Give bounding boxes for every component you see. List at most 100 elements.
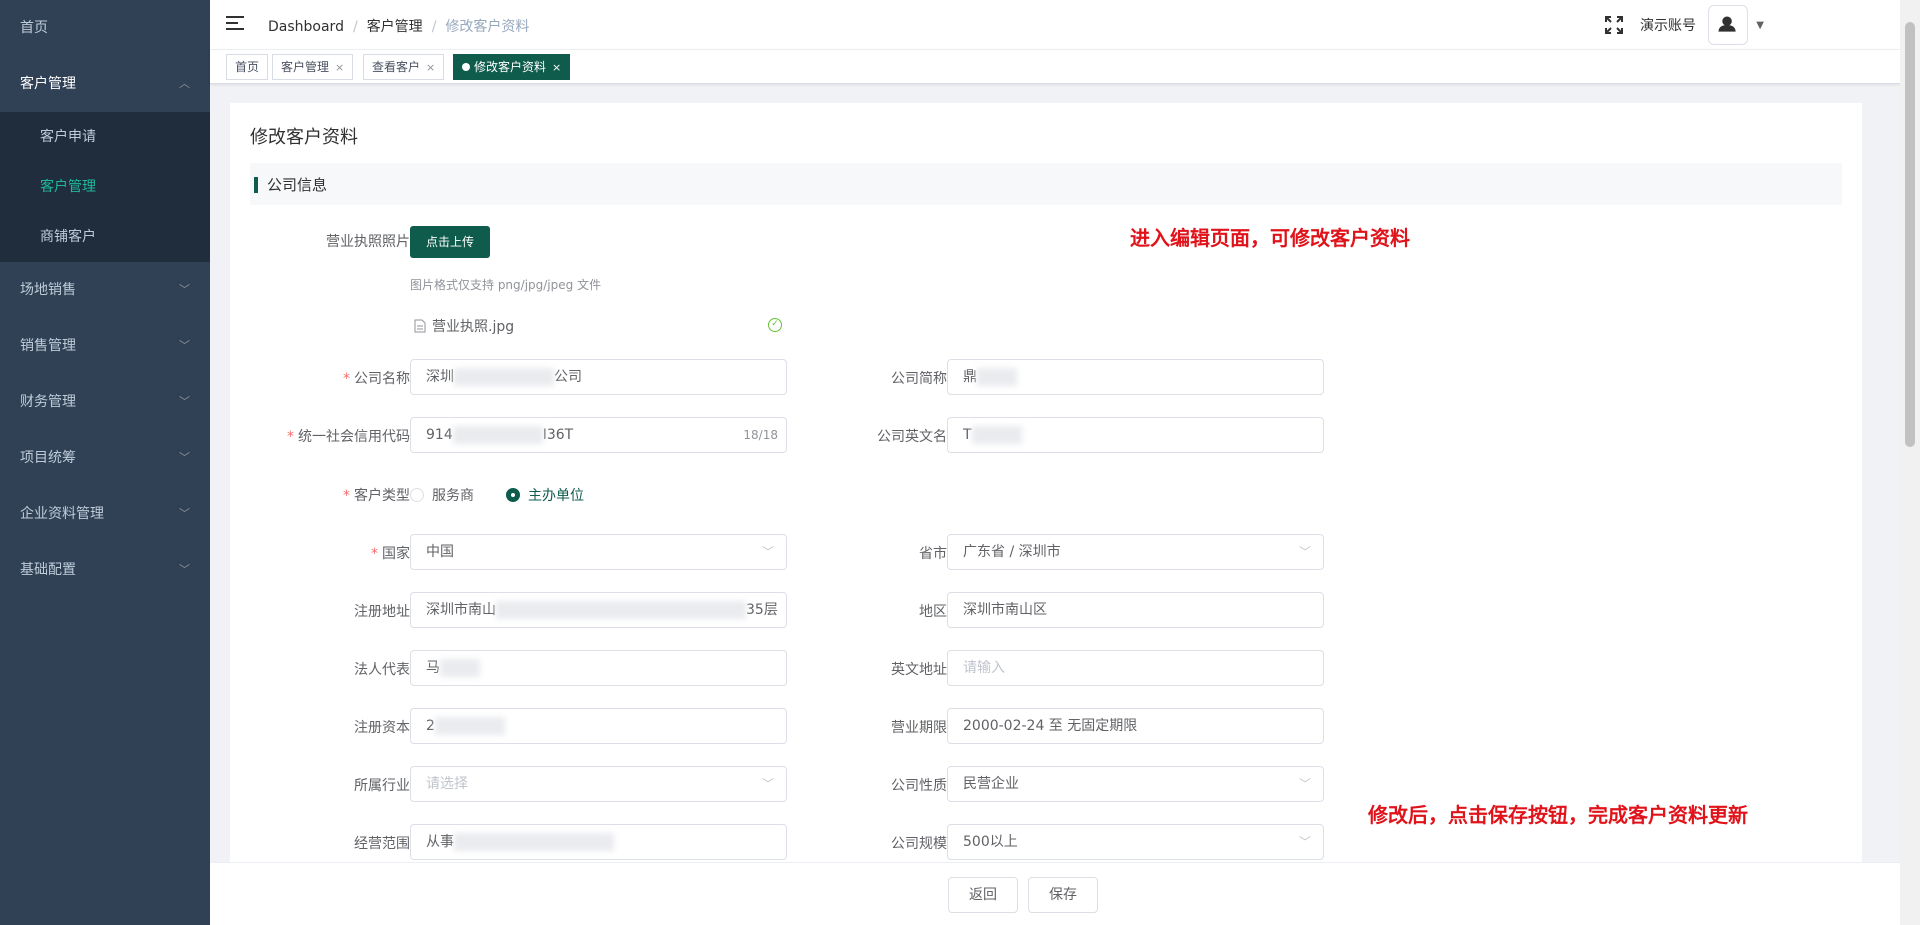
industry-label: 所属行业 [354,778,410,794]
country-label: * 国家 [371,546,410,562]
company-name-input[interactable]: 深圳 公司 [410,359,787,395]
navbar: Dashboard / 客户管理 / 修改客户资料 演示账号 ▼ [210,0,1900,50]
chevron-down-icon: ﹀ [761,545,774,559]
menu-customer-management-label: 客户管理 [20,76,76,92]
menu-home-label: 首页 [20,20,48,36]
reg-capital-input[interactable]: 2 [410,708,787,744]
district-input[interactable]: 深圳市南山区 [947,592,1324,628]
close-icon[interactable]: × [335,61,344,74]
country-select[interactable]: 中国 ﹀ [410,534,787,570]
chevron-down-icon: ﹀ [1298,835,1311,849]
scrollbar-thumb[interactable] [1905,22,1915,447]
english-name-input[interactable]: T [947,417,1324,453]
industry-select[interactable]: 请选择 ﹀ [410,766,787,802]
company-nature-select[interactable]: 民营企业 ﹀ [947,766,1324,802]
menu-enterprise-data[interactable]: 企业资料管理 ﹀ [0,486,210,542]
hamburger-icon[interactable] [226,16,244,32]
legal-rep-label: 法人代表 [354,662,410,678]
menu-sales-management[interactable]: 销售管理 ﹀ [0,318,210,374]
chevron-down-icon: ﹀ [1298,545,1311,559]
footer-action-bar: 返回 保存 [210,862,1900,925]
close-icon[interactable]: × [426,61,435,74]
chevron-down-icon: ﹀ [179,339,190,352]
upload-tip: 图片格式仅支持 png/jpg/jpeg 文件 [410,278,602,292]
breadcrumb-dashboard[interactable]: Dashboard [268,19,344,35]
chevron-down-icon: ﹀ [179,395,190,408]
tag-home-label: 首页 [235,60,260,74]
legal-rep-input[interactable]: 马 [410,650,787,686]
menu-finance-management-label: 财务管理 [20,394,76,410]
annotation-edit-page: 进入编辑页面，可修改客户资料 [1130,226,1410,250]
business-term-input[interactable]: 2000-02-24 至 无固定期限 [947,708,1324,744]
menu-basic-config[interactable]: 基础配置 ﹀ [0,542,210,598]
submenu-customer-management[interactable]: 客户管理 [0,162,210,212]
radio-circle [410,488,424,502]
tag-home[interactable]: 首页 [226,54,269,80]
tag-edit-customer[interactable]: 修改客户资料 × [453,54,571,80]
uploaded-file-name: 营业执照.jpg [432,319,515,335]
chevron-down-icon: ﹀ [179,451,190,464]
submenu-customer-management-label: 客户管理 [40,179,96,195]
breadcrumb-customer-management[interactable]: 客户管理 [367,19,423,35]
english-name-label: 公司英文名 [877,429,947,445]
menu-project-coordination[interactable]: 项目统筹 ﹀ [0,430,210,486]
business-term-label: 营业期限 [891,720,947,736]
menu-project-coordination-label: 项目统筹 [20,450,76,466]
upload-button[interactable]: 点击上传 [410,226,490,258]
menu-enterprise-data-label: 企业资料管理 [20,506,104,522]
menu-venue-sales-label: 场地销售 [20,282,76,298]
back-button[interactable]: 返回 [948,877,1018,913]
breadcrumb-current: 修改客户资料 [445,19,530,35]
breadcrumb: Dashboard / 客户管理 / 修改客户资料 [268,19,530,35]
short-name-input[interactable]: 鼎 [947,359,1324,395]
page-title: 修改客户资料 [250,127,358,148]
close-icon[interactable]: × [552,61,561,74]
chevron-down-icon: ﹀ [179,507,190,520]
vertical-scrollbar[interactable] [1900,0,1920,925]
uploaded-file[interactable]: 营业执照.jpg [414,316,514,336]
tag-view-customer[interactable]: 查看客户 × [363,54,445,80]
company-size-label: 公司规模 [891,836,947,852]
credit-code-input[interactable]: 914 I36T 18/18 [410,417,787,453]
avatar[interactable] [1708,5,1748,45]
menu-customer-management[interactable]: 客户管理 ︿ [0,56,210,112]
district-label: 地区 [919,604,947,620]
save-button[interactable]: 保存 [1028,877,1098,913]
edit-customer-card: 修改客户资料 公司信息 营业执照照片 点击上传 图片格式仅支持 png/jpg/… [230,103,1862,863]
caret-down-icon[interactable]: ▼ [1756,20,1764,31]
user-icon [1718,16,1736,32]
customer-submenu: 客户申请 客户管理 商铺客户 [0,112,210,262]
document-icon [414,319,426,333]
reg-capital-label: 注册资本 [354,720,410,736]
submenu-customer-apply[interactable]: 客户申请 [0,112,210,162]
active-dot-icon [462,63,470,71]
english-address-input[interactable]: 请输入 [947,650,1324,686]
section-mark [254,177,258,193]
chevron-down-icon: ﹀ [1298,777,1311,791]
chevron-down-icon: ﹀ [179,563,190,576]
check-circle-icon: ✓ [768,318,782,332]
menu-venue-sales[interactable]: 场地销售 ﹀ [0,262,210,318]
chevron-down-icon: ﹀ [179,283,190,296]
radio-organizer[interactable]: 主办单位 [506,485,584,505]
char-counter: 18/18 [743,428,778,442]
business-scope-input[interactable]: 从事 [410,824,787,860]
submenu-shop-customer[interactable]: 商铺客户 [0,212,210,262]
company-size-select[interactable]: 500以上 ﹀ [947,824,1324,860]
reg-address-input[interactable]: 深圳市南山 35层 [410,592,787,628]
account-name[interactable]: 演示账号 [1640,15,1696,35]
fullscreen-icon[interactable] [1604,15,1624,35]
menu-finance-management[interactable]: 财务管理 ﹀ [0,374,210,430]
province-cascader[interactable]: 广东省 / 深圳市 ﹀ [947,534,1324,570]
customer-type-label: * 客户类型 [343,488,410,504]
tag-customer-management[interactable]: 客户管理 × [272,54,354,80]
menu-home[interactable]: 首页 [0,0,210,56]
annotation-save-hint: 修改后，点击保存按钮，完成客户资料更新 [1368,803,1748,827]
chevron-down-icon: ﹀ [761,777,774,791]
province-label: 省市 [919,546,947,562]
tags-view: 首页 客户管理 × 查看客户 × 修改客户资料 × [210,50,1900,84]
radio-service-provider[interactable]: 服务商 [410,485,474,505]
submenu-shop-customer-label: 商铺客户 [40,229,96,245]
upload-label: 营业执照照片 [326,234,410,250]
reg-address-label: 注册地址 [354,604,410,620]
